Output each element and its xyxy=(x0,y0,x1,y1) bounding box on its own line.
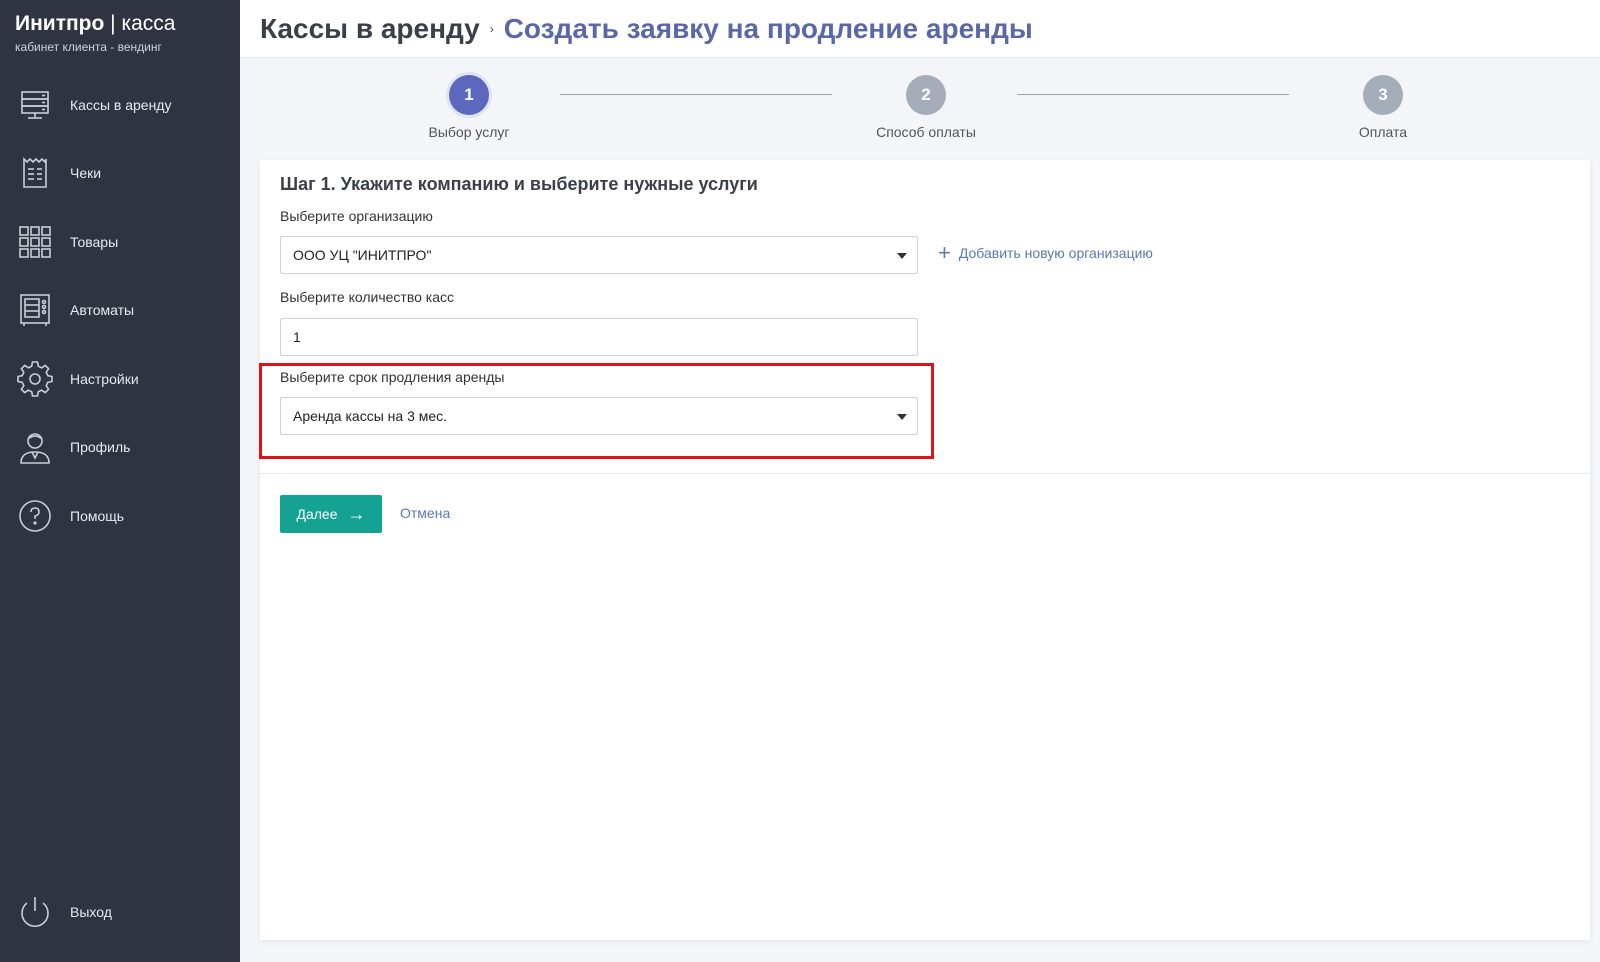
sidebar-item-label: Чеки xyxy=(70,165,102,181)
step-label: Способ оплаты xyxy=(876,124,976,140)
sidebar-item-rent[interactable]: Кассы в аренду xyxy=(0,80,240,130)
sidebar-item-label: Автоматы xyxy=(70,302,135,318)
brand-title-sep: | xyxy=(104,12,122,35)
gear-icon xyxy=(17,361,53,397)
vending-machine-icon xyxy=(17,292,53,328)
user-icon xyxy=(17,429,53,465)
term-select[interactable]: Аренда кассы на 3 мес. xyxy=(280,397,918,435)
divider xyxy=(260,473,1590,474)
server-icon xyxy=(17,87,53,123)
brand-title-rest: касса xyxy=(121,12,176,35)
sidebar-item-machines[interactable]: Автоматы xyxy=(0,285,240,335)
plus-icon: + xyxy=(938,240,951,265)
sidebar-item-products[interactable]: Товары xyxy=(0,217,240,267)
sidebar: Инитпро | касса кабинет клиента - вендин… xyxy=(0,0,240,962)
sidebar-item-label: Товары xyxy=(70,234,119,250)
next-button[interactable]: Далее → xyxy=(280,495,382,533)
receipt-icon xyxy=(17,155,53,191)
brand-title: Инитпро | касса xyxy=(15,12,240,36)
chevron-down-icon xyxy=(897,414,907,420)
count-label: Выберите количество касс xyxy=(280,289,455,305)
page-header: Кассы в аренду › Создать заявку на продл… xyxy=(240,0,1600,58)
step-connector xyxy=(1017,94,1289,95)
add-organization-link[interactable]: + Добавить новую организацию xyxy=(938,242,1153,264)
count-input[interactable]: 1 xyxy=(280,318,918,356)
step-label: Выбор услуг xyxy=(428,124,510,140)
sidebar-item-help[interactable]: Помощь xyxy=(0,491,240,541)
next-button-label: Далее xyxy=(296,506,338,522)
grid-icon xyxy=(17,224,53,260)
power-icon xyxy=(17,894,53,930)
breadcrumb-root[interactable]: Кассы в аренду xyxy=(260,13,480,45)
org-select[interactable]: ООО УЦ "ИНИТПРО" xyxy=(280,236,918,274)
cancel-link[interactable]: Отмена xyxy=(400,505,450,521)
page-title: Создать заявку на продление аренды xyxy=(503,12,1033,44)
step-number: 3 xyxy=(1363,75,1403,115)
brand: Инитпро | касса кабинет клиента - вендин… xyxy=(0,0,240,90)
help-icon xyxy=(17,498,53,534)
sidebar-item-label: Профиль xyxy=(70,439,131,455)
logout-button[interactable]: Выход xyxy=(0,887,240,937)
step-number: 1 xyxy=(449,75,489,115)
sidebar-item-settings[interactable]: Настройки xyxy=(0,354,240,404)
sidebar-item-receipts[interactable]: Чеки xyxy=(0,148,240,198)
step-connector xyxy=(560,94,832,95)
count-input-value: 1 xyxy=(293,329,301,345)
step-label: Оплата xyxy=(1358,124,1408,140)
org-label: Выберите организацию xyxy=(280,208,433,224)
form-title: Шаг 1. Укажите компанию и выберите нужны… xyxy=(280,174,758,194)
form-card: Шаг 1. Укажите компанию и выберите нужны… xyxy=(259,160,1590,940)
term-select-value: Аренда кассы на 3 мес. xyxy=(293,408,448,424)
logout-label: Выход xyxy=(70,904,112,920)
add-organization-label: Добавить новую организацию xyxy=(958,245,1153,261)
sidebar-item-label: Помощь xyxy=(70,508,125,524)
step-2: 2 Способ оплаты xyxy=(846,75,1006,140)
step-1: 1 Выбор услуг xyxy=(389,75,549,140)
breadcrumb-separator: › xyxy=(489,21,494,36)
brand-subtitle: кабинет клиента - вендинг xyxy=(15,40,162,54)
sidebar-item-label: Настройки xyxy=(70,371,139,387)
step-number: 2 xyxy=(906,75,946,115)
brand-title-bold: Инитпро xyxy=(15,12,105,35)
step-3: 3 Оплата xyxy=(1303,75,1463,140)
sidebar-item-label: Кассы в аренду xyxy=(70,97,172,113)
arrow-right-icon: → xyxy=(347,503,366,524)
chevron-down-icon xyxy=(897,253,907,259)
term-label: Выберите срок продления аренды xyxy=(280,369,505,385)
sidebar-item-profile[interactable]: Профиль xyxy=(0,422,240,472)
org-select-value: ООО УЦ "ИНИТПРО" xyxy=(293,247,432,263)
